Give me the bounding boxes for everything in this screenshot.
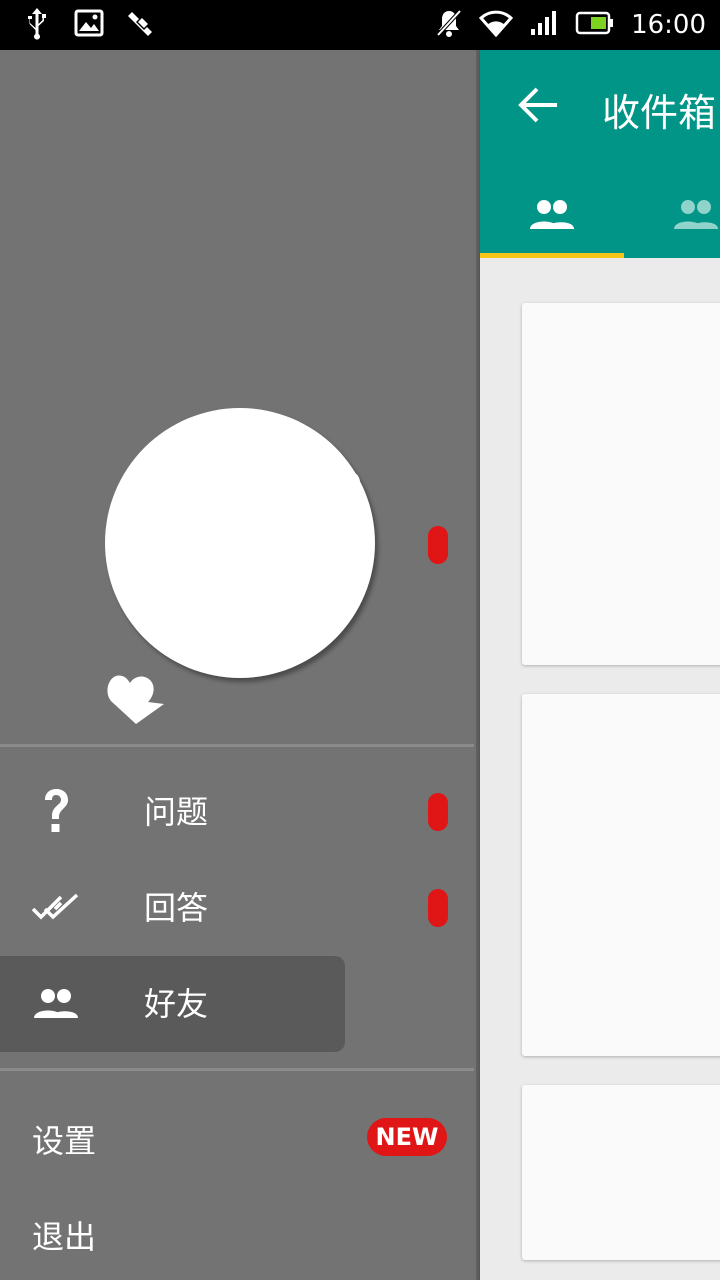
status-bar: 16:00 — [0, 0, 720, 50]
usb-icon — [22, 6, 52, 44]
tab-friends[interactable] — [480, 175, 624, 255]
image-icon — [74, 9, 104, 41]
page-title: 收件箱 — [602, 91, 717, 135]
wifi-icon — [478, 9, 514, 41]
navigation-drawer: 问题 回答 好友 设置 NEW 退出 — [0, 50, 476, 1280]
settings-item[interactable]: 设置 — [32, 1116, 96, 1162]
menu-item-questions[interactable]: 问题 — [0, 764, 476, 860]
avatar[interactable] — [105, 408, 375, 678]
people-icon — [530, 200, 574, 229]
double-check-icon — [28, 860, 84, 956]
menu-item-answers[interactable]: 回答 — [0, 860, 476, 956]
notification-dot — [428, 889, 448, 927]
inbox-card[interactable] — [522, 1085, 720, 1260]
question-icon — [28, 764, 84, 860]
back-button[interactable] — [510, 78, 564, 132]
tab-groups[interactable] — [624, 175, 720, 255]
arrow-back-icon — [518, 87, 557, 123]
menu-item-friends[interactable]: 好友 — [0, 956, 476, 1052]
app-bar: 收件箱 — [480, 50, 720, 258]
menu-item-label: 好友 — [144, 985, 209, 1023]
inbox-screen: 收件箱 — [480, 50, 720, 1280]
debug-icon — [126, 8, 156, 42]
divider — [0, 744, 474, 747]
new-badge: NEW — [367, 1118, 447, 1156]
menu-item-label: 回答 — [144, 889, 209, 927]
logout-item[interactable]: 退出 — [32, 1212, 96, 1258]
divider — [0, 1068, 474, 1071]
people-icon — [674, 200, 718, 229]
notification-dot — [428, 526, 448, 564]
clock: 16:00 — [631, 10, 706, 40]
signal-icon — [529, 9, 559, 41]
menu-item-label: 问题 — [144, 793, 209, 831]
inbox-card[interactable] — [522, 303, 720, 665]
heart-icon — [107, 675, 164, 724]
heart-icon — [317, 471, 361, 508]
people-icon — [28, 956, 84, 1052]
inbox-card[interactable] — [522, 694, 720, 1056]
tab-indicator — [480, 253, 624, 258]
notification-dot — [428, 793, 448, 831]
battery-icon — [575, 10, 615, 40]
mute-icon — [435, 8, 463, 42]
